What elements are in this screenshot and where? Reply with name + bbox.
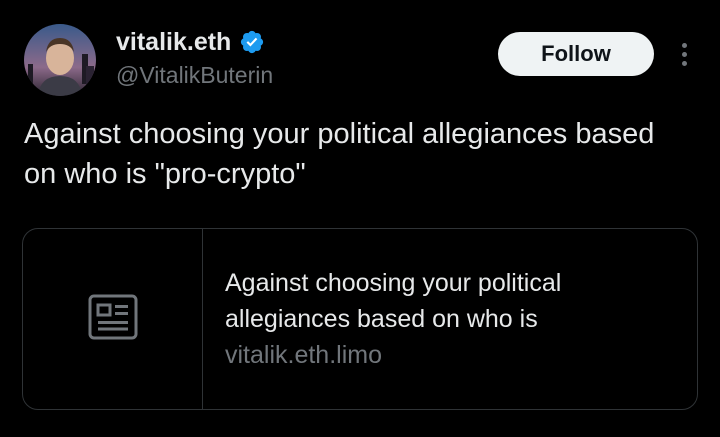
more-options-icon[interactable] bbox=[672, 38, 696, 70]
link-preview-card[interactable]: Against choosing your political allegian… bbox=[22, 228, 698, 410]
card-thumbnail bbox=[23, 229, 203, 409]
verified-badge-icon bbox=[239, 29, 265, 55]
user-handle[interactable]: @VitalikButerin bbox=[116, 60, 273, 90]
tweet-text: Against choosing your political allegian… bbox=[24, 118, 655, 190]
follow-button[interactable]: Follow bbox=[498, 32, 654, 76]
card-domain[interactable]: vitalik.eth.limo bbox=[225, 337, 697, 373]
avatar[interactable] bbox=[24, 24, 96, 96]
article-icon bbox=[88, 294, 138, 345]
card-body[interactable]: Against choosing your political allegian… bbox=[203, 229, 697, 409]
display-name[interactable]: vitalik.eth bbox=[116, 26, 231, 58]
card-title[interactable]: Against choosing your political allegian… bbox=[225, 265, 645, 337]
